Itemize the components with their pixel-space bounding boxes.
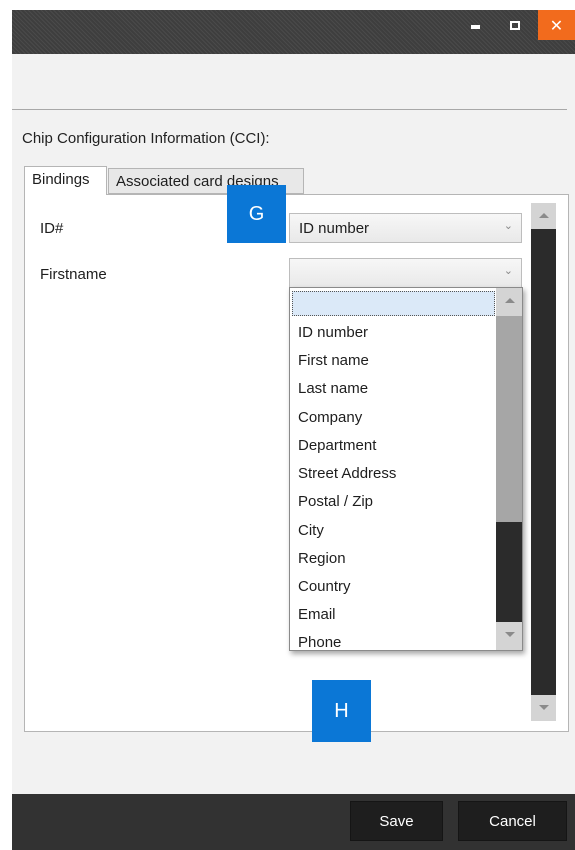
dropdown-option[interactable]: City: [298, 522, 324, 539]
binding-label-id: ID#: [40, 220, 64, 237]
arrow-up-icon: [504, 298, 515, 303]
dropdown-option[interactable]: Company: [298, 409, 362, 426]
scroll-down-button[interactable]: [531, 695, 556, 721]
scroll-up-button[interactable]: [496, 288, 522, 316]
dropdown-option[interactable]: Street Address: [298, 465, 396, 482]
dropdown-option[interactable]: Email: [298, 606, 336, 623]
header-divider: [12, 109, 567, 110]
binding-select-value: ID number: [299, 220, 370, 237]
minimize-button[interactable]: [458, 10, 492, 40]
maximize-button[interactable]: [498, 10, 532, 40]
dropdown-option[interactable]: Department: [298, 437, 376, 454]
save-button[interactable]: Save: [350, 801, 443, 841]
chevron-down-icon: ⌄: [503, 220, 513, 232]
chevron-down-icon: ⌄: [503, 265, 513, 277]
cci-section-label: Chip Configuration Information (CCI):: [22, 130, 270, 147]
binding-select-firstname[interactable]: ⌄: [289, 258, 522, 288]
annotation-marker-h: H: [312, 680, 371, 742]
maximize-icon: [510, 20, 520, 30]
firstname-dropdown-list[interactable]: ID number First name Last name Company D…: [289, 287, 523, 651]
close-button[interactable]: ✕: [538, 10, 575, 40]
cancel-button[interactable]: Cancel: [458, 801, 567, 841]
arrow-down-icon: [538, 705, 549, 710]
header-area: [12, 54, 575, 110]
dropdown-scrollbar[interactable]: [496, 288, 522, 650]
dropdown-option[interactable]: Phone: [298, 634, 341, 650]
title-bar: ✕: [12, 10, 575, 54]
scroll-down-button[interactable]: [496, 622, 522, 650]
dropdown-option[interactable]: ID number: [298, 324, 368, 341]
dropdown-option[interactable]: Last name: [298, 380, 368, 397]
scroll-thumb[interactable]: [496, 316, 522, 522]
dropdown-option[interactable]: Postal / Zip: [298, 493, 373, 510]
minimize-icon: [470, 25, 480, 29]
panel-scrollbar[interactable]: [531, 203, 556, 721]
arrow-down-icon: [504, 632, 515, 637]
arrow-up-icon: [538, 213, 549, 218]
scroll-up-button[interactable]: [531, 203, 556, 229]
dropdown-option[interactable]: Region: [298, 550, 346, 567]
annotation-marker-g: G: [227, 185, 286, 243]
dropdown-option-empty[interactable]: [292, 291, 495, 316]
tab-bindings[interactable]: Bindings: [24, 166, 107, 195]
dropdown-option[interactable]: Country: [298, 578, 351, 595]
binding-label-firstname: Firstname: [40, 266, 107, 283]
close-icon: ✕: [549, 15, 564, 35]
dropdown-option[interactable]: First name: [298, 352, 369, 369]
binding-select-id[interactable]: ID number ⌄: [289, 213, 522, 243]
